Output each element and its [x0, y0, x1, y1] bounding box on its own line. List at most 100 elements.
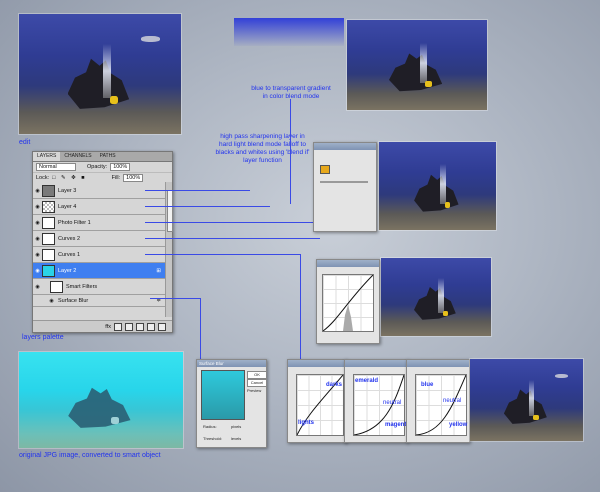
smart-filters-row[interactable]: ◉ Smart Filters	[33, 279, 165, 295]
layer-row[interactable]: ◉ Curves 2	[33, 231, 165, 247]
panel-footer: ffx	[33, 320, 172, 332]
tab-channels[interactable]: CHANNELS	[60, 152, 95, 161]
curves-dialog-rgb[interactable]: darks lights	[287, 359, 347, 443]
eye-icon[interactable]: ◉	[33, 204, 42, 210]
wreck-shape	[414, 174, 459, 212]
curves-icon	[42, 232, 55, 245]
opacity-input[interactable]: 100%	[110, 163, 131, 171]
threshold-unit: levels	[231, 436, 242, 441]
dialog-titlebar	[288, 360, 346, 367]
eye-icon[interactable]: ◉	[33, 236, 42, 242]
diver-tank	[533, 414, 539, 421]
fx-label[interactable]: ffx	[105, 324, 111, 330]
layer-row[interactable]: ◉ Layer 4	[33, 199, 165, 215]
layer-name: Layer 2	[58, 267, 77, 274]
group-icon[interactable]	[136, 322, 144, 331]
scrollbar-thumb[interactable]	[167, 190, 173, 232]
ok-button[interactable]: OK	[247, 371, 267, 379]
caption-edit: edit	[19, 139, 31, 146]
layers-panel[interactable]: LAYERS CHANNELS PATHS Normal Opacity: 10…	[32, 151, 173, 333]
preview-checkbox[interactable]: Preview	[247, 388, 261, 393]
layer-row[interactable]: ◉ Layer 3	[33, 183, 165, 199]
caption-original: original JPG image, converted to smart o…	[19, 452, 161, 459]
eye-icon[interactable]: ◉	[33, 252, 42, 258]
dialog-titlebar	[407, 360, 469, 367]
layer-name: Surface Blur	[58, 297, 89, 304]
blur-preview	[201, 370, 245, 420]
layer-name: Layer 3	[58, 187, 77, 194]
wreck-shape	[68, 387, 131, 428]
mask-icon[interactable]	[114, 322, 122, 331]
layer-thumbnail	[42, 200, 55, 213]
dialog-titlebar: Surface Blur	[197, 360, 266, 367]
connector-line	[145, 190, 250, 191]
label-neutral: neutral	[443, 398, 462, 404]
connector-line	[145, 222, 320, 223]
filter-color-swatch[interactable]	[320, 165, 330, 174]
layer-thumbnail	[42, 264, 55, 277]
curves-dialog-blue[interactable]: blue neutral yellow	[406, 359, 470, 443]
lock-icons[interactable]: □ ✎ ✥ ■	[52, 175, 86, 181]
connector-line	[290, 99, 291, 204]
layer-name: Curves 2	[58, 235, 81, 242]
dialog-titlebar	[314, 143, 376, 150]
bubbles	[419, 42, 427, 83]
curves-icon	[42, 248, 55, 261]
bubbles	[528, 379, 535, 417]
layer-name: Curves 1	[58, 251, 81, 258]
diver-tank	[109, 95, 118, 104]
connector-line	[145, 254, 300, 255]
photo-after-final-curves	[470, 359, 583, 441]
new-layer-icon[interactable]	[147, 322, 155, 331]
layer-row[interactable]: ◉ Curves 1	[33, 247, 165, 263]
density-slider[interactable]	[320, 181, 368, 183]
edited-photo	[19, 14, 181, 134]
photo-filter-dialog[interactable]	[313, 142, 377, 232]
layer-name: Layer 4	[58, 203, 77, 210]
curves-dialog-green[interactable]: emerald neutral magenta	[344, 359, 410, 443]
eye-icon[interactable]: ◉	[47, 298, 56, 304]
connector-line	[300, 254, 301, 359]
blend-mode-select[interactable]: Normal	[36, 163, 76, 171]
panel-tabs: LAYERS CHANNELS PATHS	[33, 152, 172, 162]
original-photo	[19, 352, 183, 448]
label-blue: blue	[421, 382, 434, 388]
smart-object-icon: ⊞	[156, 267, 161, 274]
tab-layers[interactable]: LAYERS	[33, 152, 61, 161]
eye-icon[interactable]: ◉	[33, 220, 42, 226]
diver-tank	[444, 201, 451, 208]
bubbles	[439, 164, 446, 204]
diver-tank	[442, 311, 449, 317]
label-lights: lights	[298, 420, 314, 426]
blend-controls: Normal Opacity: 100%	[33, 162, 172, 173]
eye-icon[interactable]: ◉	[33, 284, 42, 290]
dialog-titlebar	[345, 360, 407, 367]
surface-blur-row[interactable]: ◉ Surface Blur ≑	[33, 295, 165, 307]
bubbles	[103, 44, 112, 98]
adjustment-layer-icon[interactable]	[125, 322, 133, 331]
curve-graph[interactable]	[322, 274, 374, 332]
annotation-gradient: blue to transparent gradient in color bl…	[251, 85, 331, 100]
wreck-shape	[67, 58, 130, 109]
photo-after-filter	[379, 142, 496, 230]
curves-dialog[interactable]	[316, 259, 380, 344]
scrollbar[interactable]	[165, 182, 173, 317]
layer-row-selected[interactable]: ◉ Layer 2 ⊞	[33, 263, 165, 279]
photo-after-curves	[381, 258, 491, 336]
cancel-button[interactable]: Cancel	[247, 379, 267, 387]
layer-thumbnail	[42, 184, 55, 197]
diver	[554, 373, 569, 378]
adjustment-icon	[42, 216, 55, 229]
fill-label: Fill:	[111, 175, 121, 181]
label-emerald: emerald	[355, 378, 379, 384]
threshold-label: Threshold:	[203, 436, 222, 441]
connector-line	[150, 298, 200, 299]
tab-paths[interactable]: PATHS	[96, 152, 120, 161]
fill-input[interactable]: 100%	[123, 174, 144, 182]
caption-layers-palette: layers palette	[22, 334, 64, 341]
layer-row[interactable]: ◉ Photo Filter 1	[33, 215, 165, 231]
trash-icon[interactable]	[158, 322, 166, 331]
eye-icon[interactable]: ◉	[33, 268, 42, 274]
surface-blur-dialog[interactable]: Surface Blur OK Cancel Preview Radius: p…	[196, 359, 267, 448]
eye-icon[interactable]: ◉	[33, 188, 42, 194]
